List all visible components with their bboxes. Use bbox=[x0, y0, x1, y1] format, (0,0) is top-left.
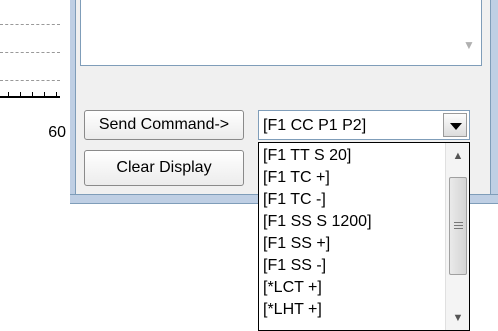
axis-tick bbox=[20, 92, 21, 98]
scroll-up-arrow-icon[interactable]: ▲ bbox=[446, 145, 469, 167]
grip-line bbox=[454, 225, 463, 226]
scrollbar-thumb[interactable] bbox=[449, 177, 467, 275]
clear-display-button[interactable]: Clear Display bbox=[84, 150, 244, 186]
list-item[interactable]: [*LCT +] bbox=[263, 277, 443, 299]
grid-line bbox=[0, 24, 60, 25]
window-frame-left bbox=[70, 0, 76, 200]
list-scrollbar[interactable]: ▲ ▼ bbox=[445, 143, 469, 330]
list-item[interactable]: [F1 TC -] bbox=[263, 189, 443, 211]
grip-line bbox=[454, 222, 463, 223]
axis-tick bbox=[44, 92, 45, 98]
send-command-button[interactable]: Send Command-> bbox=[84, 110, 244, 140]
combo-selected-value: [F1 CC P1 P2] bbox=[263, 117, 367, 134]
axis-tick bbox=[8, 92, 9, 98]
combo-dropdown-button[interactable] bbox=[443, 113, 467, 137]
command-dropdown-list[interactable]: [F1 TT S 20] [F1 TC +] [F1 TC -] [F1 SS … bbox=[258, 142, 470, 331]
chevron-down-icon bbox=[450, 123, 462, 130]
grid-line bbox=[0, 80, 60, 81]
command-combo[interactable]: [F1 CC P1 P2] bbox=[258, 110, 470, 140]
chart-fragment bbox=[0, 0, 66, 112]
list-item[interactable]: [F1 TC +] bbox=[263, 167, 443, 189]
axis-tick-label: 60 bbox=[48, 124, 66, 141]
list-item[interactable]: [F1 SS -] bbox=[263, 255, 443, 277]
x-axis-line bbox=[0, 96, 60, 98]
scroll-down-arrow-icon[interactable]: ▼ bbox=[460, 36, 478, 54]
scroll-down-arrow-icon[interactable]: ▼ bbox=[446, 307, 469, 329]
list-item[interactable]: [F1 SS S 1200] bbox=[263, 211, 443, 233]
axis-tick bbox=[56, 92, 57, 98]
grid-line bbox=[0, 52, 60, 53]
list-item[interactable]: [F1 TT S 20] bbox=[263, 145, 443, 167]
grip-line bbox=[454, 228, 463, 229]
axis-tick bbox=[32, 92, 33, 98]
window-frame-right bbox=[490, 0, 498, 200]
list-item[interactable]: [*LHT +] bbox=[263, 299, 443, 321]
display-textarea[interactable] bbox=[80, 0, 482, 66]
list-item[interactable]: [F1 SS +] bbox=[263, 233, 443, 255]
